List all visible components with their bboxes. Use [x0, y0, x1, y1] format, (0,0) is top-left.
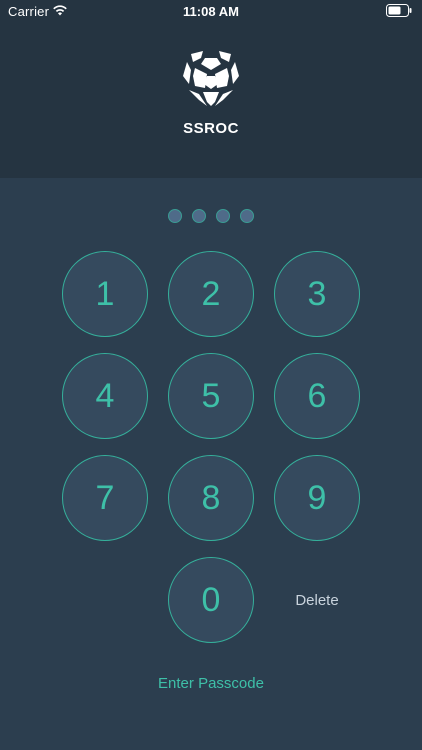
key-2[interactable]: 2: [168, 251, 254, 337]
passcode-dot: [192, 209, 206, 223]
logo: SSROC: [0, 48, 422, 137]
passcode-dot: [168, 209, 182, 223]
battery-icon: [386, 4, 412, 17]
key-9[interactable]: 9: [274, 455, 360, 541]
key-6[interactable]: 6: [274, 353, 360, 439]
football-logo-icon: [183, 51, 239, 106]
status-time: 11:08 AM: [183, 4, 239, 19]
status-bar: Carrier 11:08 AM: [0, 0, 422, 24]
enter-passcode-label: Enter Passcode: [158, 675, 264, 692]
logo-text: SSROC: [183, 120, 239, 137]
passcode-dots: [0, 209, 422, 223]
key-0[interactable]: 0: [168, 557, 254, 643]
header-panel: Carrier 11:08 AM SSROC: [0, 0, 422, 178]
passcode-dot: [240, 209, 254, 223]
key-3[interactable]: 3: [274, 251, 360, 337]
key-4[interactable]: 4: [62, 353, 148, 439]
key-7[interactable]: 7: [62, 455, 148, 541]
key-5[interactable]: 5: [168, 353, 254, 439]
key-8[interactable]: 8: [168, 455, 254, 541]
passcode-dot: [216, 209, 230, 223]
delete-button[interactable]: Delete: [282, 586, 352, 614]
key-1[interactable]: 1: [62, 251, 148, 337]
